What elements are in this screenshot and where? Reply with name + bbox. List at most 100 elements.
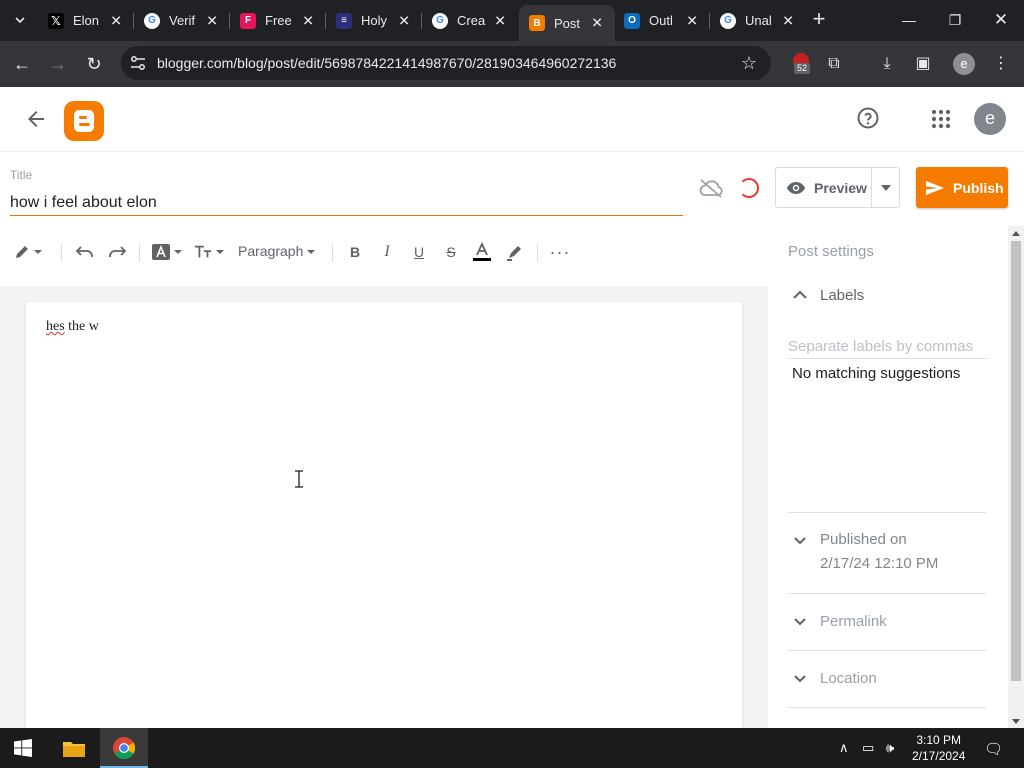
notifications-icon[interactable]: 🗨 [984,740,1003,758]
sidebar-scrollbar[interactable] [1008,226,1024,728]
close-tab-icon[interactable]: ✕ [494,12,506,29]
chevron-down-icon [794,537,806,545]
browser-tab[interactable]: O Outl ✕ [614,6,710,35]
bookmark-star-icon[interactable]: ☆ [741,53,757,74]
forward-icon[interactable]: → [46,52,70,76]
close-tab-icon[interactable]: ✕ [302,12,314,29]
restore-icon[interactable]: ❐ [945,10,965,30]
blogger-logo[interactable] [64,101,104,141]
taskbar-clock[interactable]: 3:10 PM 2/17/2024 [912,732,965,764]
chevron-up-icon [793,290,807,299]
browser-tab[interactable]: G Crea ✕ [422,6,518,35]
minimize-icon[interactable]: — [899,10,919,30]
permalink-section[interactable]: Permalink [788,609,986,633]
extension-badge: 52 [794,63,811,74]
close-tab-icon[interactable]: ✕ [206,12,218,29]
compose-mode-button[interactable] [10,240,46,264]
help-icon[interactable] [856,106,880,130]
more-horiz-icon[interactable]: ··· [549,240,571,264]
close-tab-icon[interactable]: ✕ [398,12,410,29]
browser-tab[interactable]: 𝕏 Elon ✕ [38,6,134,35]
chevron-down-icon [794,675,806,683]
back-icon[interactable]: ← [10,52,34,76]
permalink-label: Permalink [820,612,887,630]
bold-icon[interactable]: B [345,240,365,264]
close-window-icon[interactable]: ✕ [991,10,1011,30]
more-vert-icon[interactable]: ⋮ [990,53,1012,75]
font-size-button[interactable] [194,240,224,264]
browser-profile-avatar[interactable]: e [953,53,975,75]
preview-dropdown-button[interactable] [872,168,900,207]
browser-tab[interactable]: G Unal ✕ [710,6,806,35]
browser-tab-strip: 𝕏 Elon ✕ G Verif ✕ F Free ✕ ≡ Holy ✕ G C… [0,0,1024,41]
address-bar[interactable]: blogger.com/blog/post/edit/5698784221414… [121,46,771,80]
browser-tab-active[interactable]: B Post ✕ [519,5,615,41]
reload-icon[interactable]: ↻ [82,52,106,76]
published-on-section[interactable]: Published on 2/17/24 12:10 PM [788,528,986,576]
close-tab-icon[interactable]: ✕ [591,15,603,32]
back-arrow-icon[interactable] [24,107,48,131]
paragraph-style-dropdown[interactable]: Paragraph [238,243,316,259]
app-header: e [0,87,1024,152]
file-explorer-taskbar-icon[interactable] [50,728,98,768]
chevron-down-icon [15,17,25,23]
apps-grid-icon[interactable] [931,109,951,129]
network-icon[interactable]: ▭ [862,740,874,756]
outlook-icon: O [624,12,640,29]
labels-input[interactable] [788,335,988,359]
close-tab-icon[interactable]: ✕ [110,12,122,29]
scroll-up-arrow-icon[interactable] [1012,231,1020,236]
blogger-logo-icon [74,110,94,132]
underline-icon[interactable]: U [409,240,429,264]
volume-icon[interactable]: 🕪 [886,740,894,756]
browser-tab[interactable]: ≡ Holy ✕ [326,6,422,35]
post-body-text[interactable]: hes the w [46,319,99,335]
highlight-icon[interactable] [504,240,526,264]
strikethrough-icon[interactable]: S [441,240,461,264]
preview-button[interactable]: Preview [776,168,871,207]
labels-section-toggle[interactable]: Labels [788,283,864,307]
misspelled-word[interactable]: hes [46,319,65,334]
tab-title: Unal [745,13,772,28]
close-tab-icon[interactable]: ✕ [782,12,794,29]
windows-taskbar: ∧ ▭ 🕪 3:10 PM 2/17/2024 🗨 [0,728,1024,768]
no-suggestions-text: No matching suggestions [792,365,961,382]
post-settings-heading: Post settings [788,243,874,260]
scroll-down-arrow-icon[interactable] [1012,719,1020,724]
tab-search-button[interactable] [6,7,34,33]
post-settings-sidebar: Post settings Labels No matching suggest… [768,226,1010,728]
text-color-icon[interactable] [471,240,493,264]
post-body-editor[interactable]: hes the w [26,302,742,728]
windows-start-icon[interactable] [14,739,32,757]
tab-title: Post [554,15,581,31]
preview-button-group: Preview [775,167,900,208]
site-info-icon[interactable] [129,54,147,72]
cloud-off-icon [699,179,723,198]
download-icon[interactable]: ⤓ [876,53,898,75]
redo-icon[interactable] [106,240,128,264]
formatting-toolbar: Paragraph B I U S ··· [0,232,768,272]
chrome-taskbar-icon[interactable] [100,728,148,768]
font-family-button[interactable] [152,240,182,264]
clock-date: 2/17/2024 [912,749,966,763]
extension-icon[interactable]: 52 [790,51,812,74]
location-section[interactable]: Location [788,666,986,690]
paragraph-label: Paragraph [238,243,304,259]
x-logo-icon: 𝕏 [48,12,64,29]
toolbar-divider [61,244,62,262]
side-panel-icon[interactable]: ▣ [912,53,934,75]
url-text[interactable]: blogger.com/blog/post/edit/5698784221414… [157,55,616,71]
tab-title: Crea [457,13,486,28]
new-tab-button[interactable]: + [809,8,829,31]
extensions-puzzle-icon[interactable]: ⧉ [823,53,845,75]
browser-tab[interactable]: G Verif ✕ [134,6,230,35]
scrollbar-thumb[interactable] [1011,241,1021,681]
italic-icon[interactable]: I [377,240,397,264]
show-hidden-icons[interactable]: ∧ [839,740,849,756]
account-avatar[interactable]: e [974,103,1006,135]
close-tab-icon[interactable]: ✕ [686,12,698,29]
post-title-input[interactable] [10,190,683,216]
publish-button[interactable]: Publish [916,167,1008,208]
undo-icon[interactable] [74,240,96,264]
browser-tab[interactable]: F Free ✕ [230,6,326,35]
